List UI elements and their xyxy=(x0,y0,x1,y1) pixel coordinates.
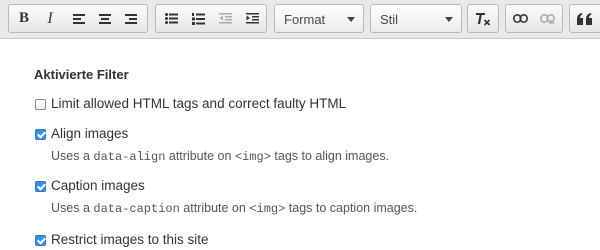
editor-toolbar: B I Format Stil xyxy=(0,0,600,39)
chevron-down-icon xyxy=(445,17,453,22)
bullet-list-button[interactable] xyxy=(159,5,183,32)
style-dropdown[interactable]: Stil xyxy=(370,4,462,33)
align-left-button[interactable] xyxy=(67,5,91,32)
filter-label[interactable]: Limit allowed HTML tags and correct faul… xyxy=(51,96,346,111)
unlink-button[interactable] xyxy=(535,5,559,32)
link-icon xyxy=(512,14,528,23)
blockquote-icon xyxy=(577,12,592,25)
unlink-icon xyxy=(539,13,555,24)
outdent-icon xyxy=(218,13,232,24)
remove-format-group xyxy=(467,4,499,33)
numbered-list-button[interactable] xyxy=(186,5,210,32)
align-right-button[interactable] xyxy=(119,5,143,32)
list-group xyxy=(155,4,267,33)
code-attribute: data-caption xyxy=(93,202,180,216)
indent-button[interactable] xyxy=(240,5,264,32)
chevron-down-icon xyxy=(347,17,355,22)
basic-styles-group: B I xyxy=(8,4,148,33)
align-center-button[interactable] xyxy=(93,5,117,32)
filter-checkbox[interactable] xyxy=(35,235,46,246)
filter-label[interactable]: Caption images xyxy=(51,178,145,193)
style-dropdown-label: Stil xyxy=(380,12,399,27)
link-button[interactable] xyxy=(508,5,532,32)
format-dropdown-label: Format xyxy=(284,12,326,27)
filter-description: Uses a data-align attribute on <img> tag… xyxy=(51,149,390,164)
indent-icon xyxy=(245,13,259,24)
filter-description: Uses a data-caption attribute on <img> t… xyxy=(51,201,418,216)
align-left-icon xyxy=(73,13,85,24)
bullet-list-icon xyxy=(164,13,178,24)
filter-label[interactable]: Restrict images to this site xyxy=(51,232,209,247)
code-attribute: data-align xyxy=(93,150,166,164)
remove-format-button[interactable] xyxy=(471,5,495,32)
bold-button[interactable]: B xyxy=(12,5,36,32)
italic-icon: I xyxy=(47,9,53,27)
filter-checkbox[interactable] xyxy=(35,181,46,192)
numbered-list-icon xyxy=(191,12,205,25)
italic-button[interactable]: I xyxy=(38,5,62,32)
filter-checkbox[interactable] xyxy=(35,99,46,110)
code-tag: <img> xyxy=(234,150,271,164)
filter-label[interactable]: Align images xyxy=(51,126,128,141)
remove-format-icon xyxy=(476,12,491,26)
blockquote-button[interactable] xyxy=(573,5,597,32)
format-dropdown[interactable]: Format xyxy=(274,4,364,33)
code-tag: <img> xyxy=(249,202,286,216)
outdent-button[interactable] xyxy=(213,5,237,32)
align-center-icon xyxy=(99,13,111,24)
bold-icon: B xyxy=(18,10,29,26)
filter-checkbox[interactable] xyxy=(35,129,46,140)
blockquote-group xyxy=(569,4,600,33)
link-group xyxy=(505,4,563,33)
align-right-icon xyxy=(125,13,137,24)
section-heading: Aktivierte Filter xyxy=(34,67,129,82)
